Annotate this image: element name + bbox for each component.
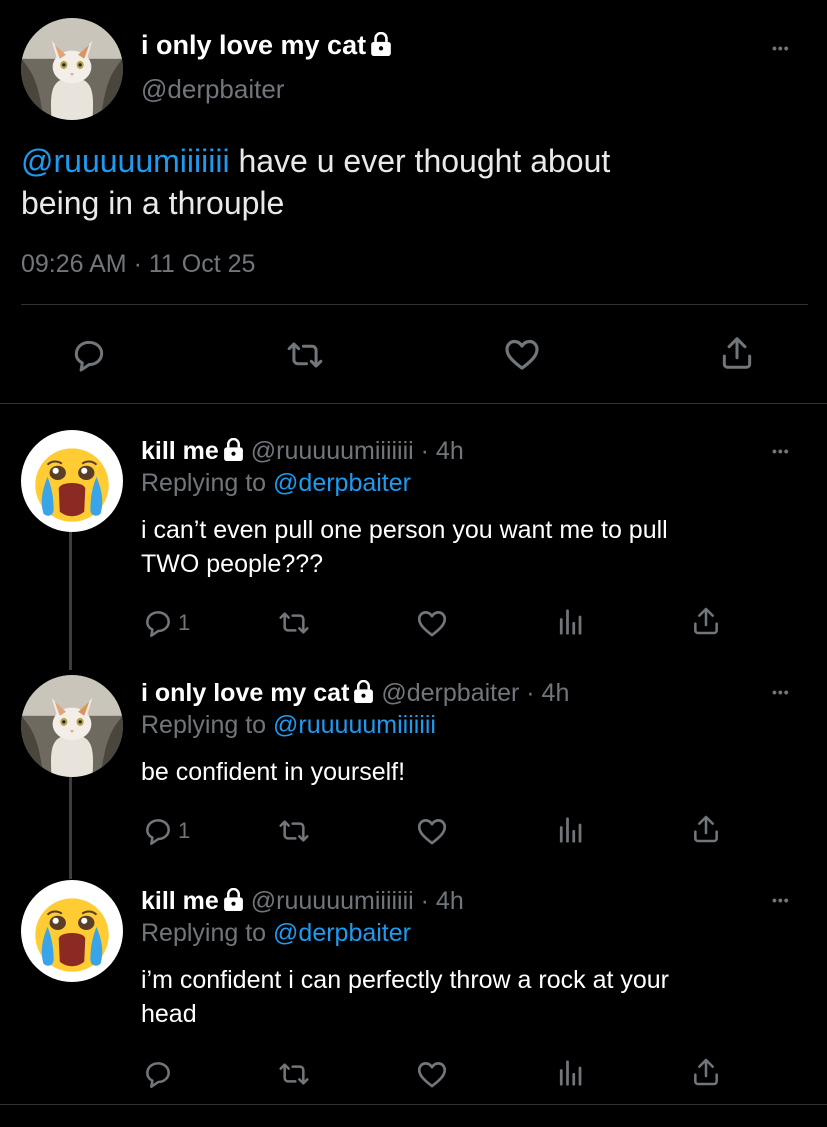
replying-to-link[interactable]: @derpbaiter bbox=[273, 919, 411, 947]
reply-header: kill me @ruuuuumiiiiiii · 4h bbox=[141, 437, 464, 466]
avatar[interactable] bbox=[21, 18, 123, 120]
like-icon bbox=[415, 1057, 449, 1091]
reply-text-line1: be confident in yourself! bbox=[141, 758, 406, 786]
reply-text: be confident in yourself! bbox=[141, 755, 405, 789]
reply-count: 1 bbox=[178, 610, 191, 635]
reply-icon bbox=[142, 815, 174, 847]
thread-line bbox=[69, 777, 72, 879]
share-icon bbox=[690, 1056, 722, 1088]
tweet-timestamp[interactable]: 09:26 AM · 11 Oct 25 bbox=[21, 250, 255, 279]
lock-icon bbox=[223, 888, 244, 911]
share-icon bbox=[690, 605, 722, 637]
reply-text-line2: TWO people??? bbox=[141, 550, 324, 578]
crying-emoji-avatar-image bbox=[21, 430, 123, 532]
reply-text: i can’t even pull one person you want me… bbox=[141, 513, 668, 581]
reply-button[interactable] bbox=[70, 336, 108, 374]
share-icon bbox=[690, 813, 722, 845]
reply-button[interactable]: 1 bbox=[142, 815, 190, 847]
replying-to: Replying to @derpbaiter bbox=[141, 469, 411, 498]
like-icon bbox=[502, 334, 542, 374]
tweet-text: @ruuuuumiiiiiii have u ever thought abou… bbox=[21, 140, 801, 224]
retweet-button[interactable] bbox=[276, 815, 312, 847]
crying-emoji-avatar-image bbox=[21, 880, 123, 982]
handle-time[interactable]: @derpbaiter · 4h bbox=[381, 679, 569, 707]
replying-prefix: Replying to bbox=[141, 469, 274, 497]
more-icon[interactable]: ••• bbox=[772, 684, 790, 700]
retweet-button[interactable] bbox=[284, 336, 326, 374]
replying-to: Replying to @derpbaiter bbox=[141, 919, 411, 948]
analytics-button[interactable] bbox=[555, 815, 585, 845]
more-icon[interactable]: ••• bbox=[772, 892, 790, 908]
reply-text-line1: i’m confident i can perfectly throw a ro… bbox=[141, 966, 670, 994]
reply-count: 1 bbox=[178, 818, 191, 843]
lock-icon bbox=[353, 680, 374, 703]
reply-button[interactable] bbox=[142, 1058, 174, 1090]
analytics-button[interactable] bbox=[555, 1058, 585, 1088]
mention-link[interactable]: @ruuuuumiiiiiii bbox=[21, 143, 230, 179]
reply-text-line1: i can’t even pull one person you want me… bbox=[141, 516, 668, 544]
more-icon[interactable]: ••• bbox=[772, 40, 790, 56]
handle-time[interactable]: @ruuuuumiiiiiii · 4h bbox=[251, 887, 464, 915]
retweet-icon bbox=[276, 607, 312, 639]
tweet-text-line1: have u ever thought about bbox=[229, 143, 611, 179]
reply-text: i’m confident i can perfectly throw a ro… bbox=[141, 963, 669, 1031]
retweet-icon bbox=[284, 336, 326, 374]
display-name-text: i only love my cat bbox=[141, 30, 367, 60]
cat-avatar-image bbox=[21, 675, 123, 777]
avatar[interactable] bbox=[21, 430, 123, 532]
avatar[interactable] bbox=[21, 675, 123, 777]
reply-header: kill me @ruuuuumiiiiiii · 4h bbox=[141, 887, 464, 916]
share-button[interactable] bbox=[690, 605, 722, 637]
divider bbox=[21, 304, 808, 305]
reply-header: i only love my cat @derpbaiter · 4h bbox=[141, 679, 569, 708]
avatar[interactable] bbox=[21, 880, 123, 982]
like-button[interactable] bbox=[502, 334, 542, 374]
replying-to-link[interactable]: @ruuuuumiiiiiii bbox=[273, 711, 436, 739]
retweet-button[interactable] bbox=[276, 607, 312, 639]
more-icon[interactable]: ••• bbox=[772, 443, 790, 459]
reply-icon bbox=[142, 607, 174, 639]
lock-icon bbox=[223, 438, 244, 461]
share-button[interactable] bbox=[690, 813, 722, 845]
cat-avatar-image bbox=[21, 18, 123, 120]
analytics-icon bbox=[555, 1058, 585, 1088]
share-button[interactable] bbox=[690, 1056, 722, 1088]
reply-icon bbox=[70, 336, 108, 374]
divider bbox=[0, 403, 827, 404]
like-button[interactable] bbox=[415, 1057, 449, 1091]
handle-time[interactable]: @ruuuuumiiiiiii · 4h bbox=[251, 437, 464, 465]
analytics-icon bbox=[555, 607, 585, 637]
divider bbox=[0, 1104, 827, 1105]
display-name-text[interactable]: i only love my cat bbox=[141, 679, 349, 707]
like-button[interactable] bbox=[415, 814, 449, 848]
author-display-name[interactable]: i only love my cat bbox=[141, 30, 392, 61]
display-name-text[interactable]: kill me bbox=[141, 887, 219, 915]
reply-icon bbox=[142, 1058, 174, 1090]
retweet-icon bbox=[276, 1058, 312, 1090]
retweet-button[interactable] bbox=[276, 1058, 312, 1090]
share-icon bbox=[718, 334, 756, 372]
reply-text-line2: head bbox=[141, 1000, 197, 1028]
replying-to: Replying to @ruuuuumiiiiiii bbox=[141, 711, 436, 740]
analytics-button[interactable] bbox=[555, 607, 585, 637]
retweet-icon bbox=[276, 815, 312, 847]
lock-icon bbox=[370, 32, 392, 56]
tweet-text-line2: being in a throuple bbox=[21, 185, 285, 221]
reply-button[interactable]: 1 bbox=[142, 607, 190, 639]
replying-prefix: Replying to bbox=[141, 711, 274, 739]
replying-prefix: Replying to bbox=[141, 919, 274, 947]
display-name-text[interactable]: kill me bbox=[141, 437, 219, 465]
like-button[interactable] bbox=[415, 606, 449, 640]
thread-line bbox=[69, 530, 72, 670]
analytics-icon bbox=[555, 815, 585, 845]
replying-to-link[interactable]: @derpbaiter bbox=[273, 469, 411, 497]
share-button[interactable] bbox=[718, 334, 756, 372]
like-icon bbox=[415, 606, 449, 640]
like-icon bbox=[415, 814, 449, 848]
author-handle[interactable]: @derpbaiter bbox=[141, 74, 284, 105]
